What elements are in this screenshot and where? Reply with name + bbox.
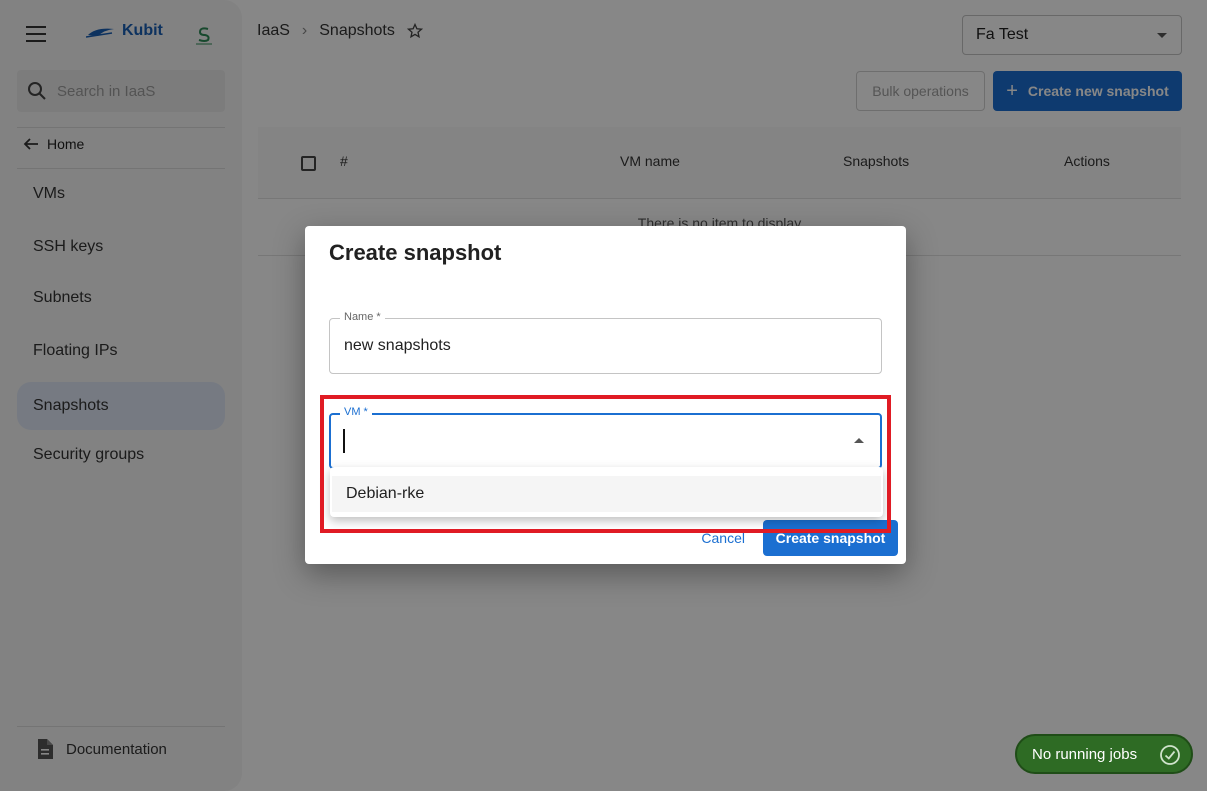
running-jobs-label: No running jobs — [1032, 745, 1138, 763]
name-field[interactable]: Name * new snapshots — [329, 311, 882, 374]
dialog-title: Create snapshot — [329, 240, 502, 265]
running-jobs-status[interactable]: No running jobs — [1015, 734, 1193, 774]
check-circle-icon — [1160, 745, 1180, 765]
highlight-box — [320, 395, 891, 533]
name-field-label: Name * — [340, 311, 385, 323]
name-field-value: new snapshots — [344, 337, 451, 354]
